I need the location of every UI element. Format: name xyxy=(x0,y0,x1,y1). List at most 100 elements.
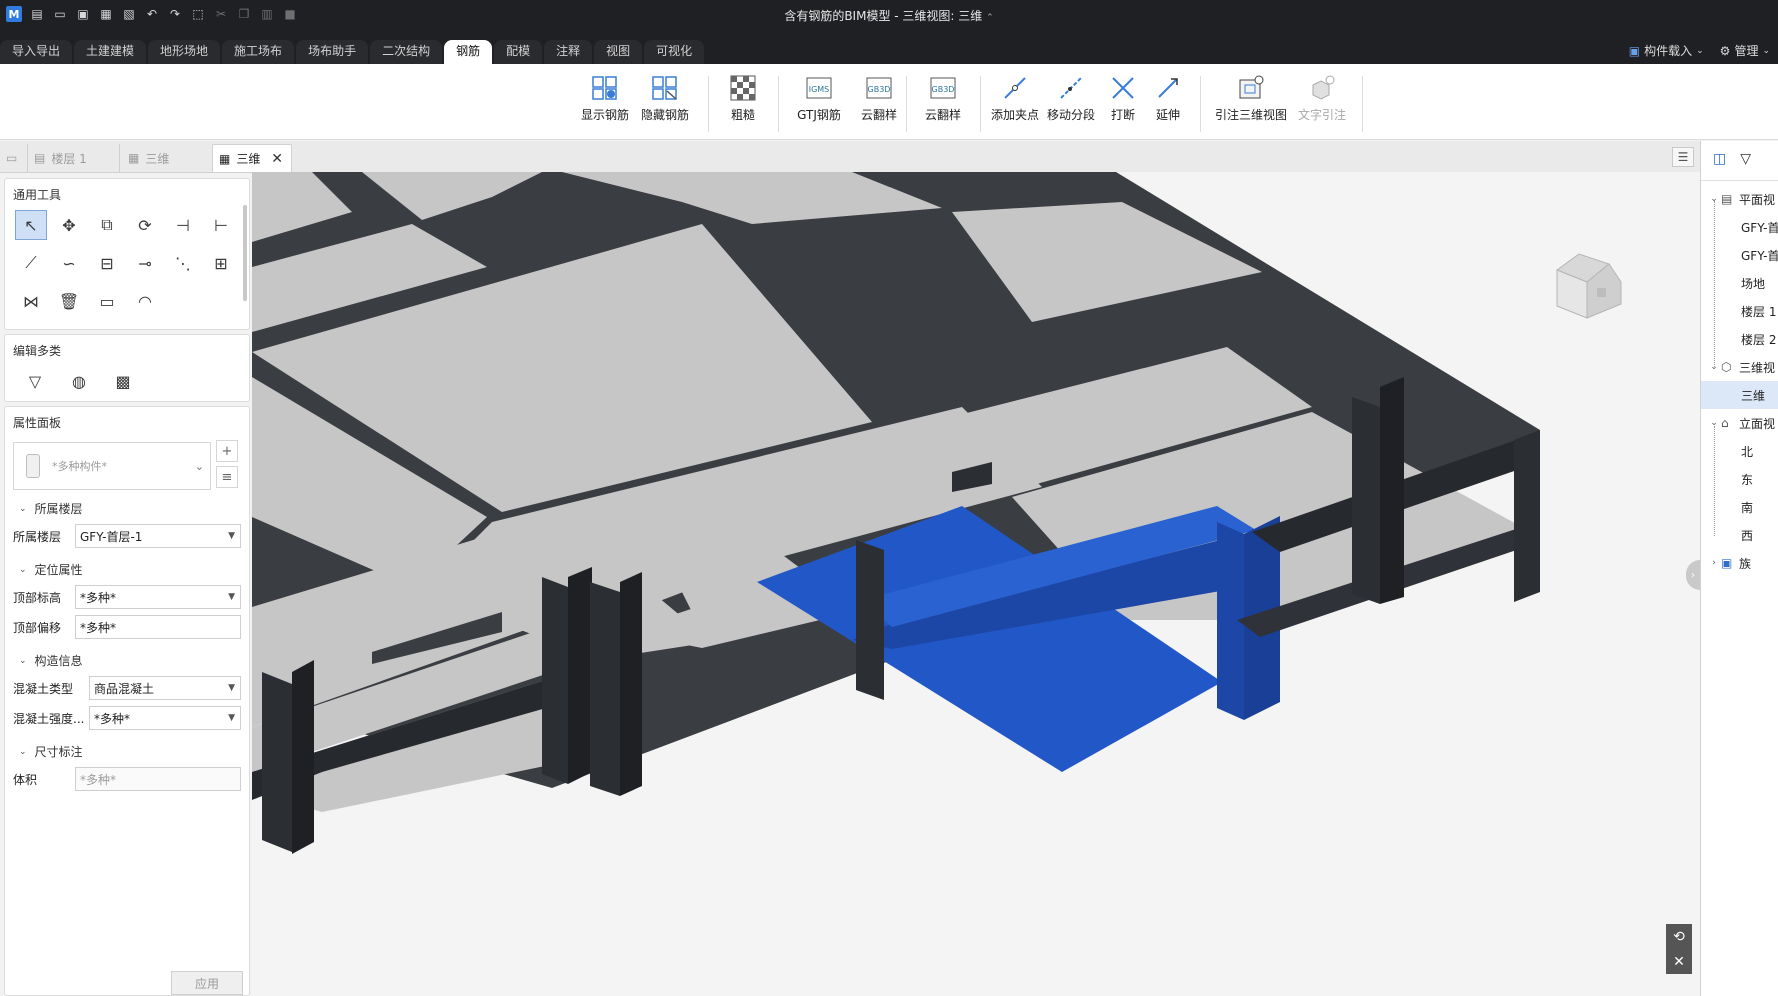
section-dimension[interactable]: ⌄ 尺寸标注 xyxy=(5,733,249,764)
view-tab-3d[interactable]: ▦ 三维 xyxy=(122,144,214,172)
delete-tool-icon[interactable]: 🗑 xyxy=(53,286,85,316)
array-grid-tool-icon[interactable]: ⊞ xyxy=(205,248,237,278)
section-floor[interactable]: ⌄ 所属楼层 xyxy=(5,490,249,521)
app-logo-icon[interactable]: M xyxy=(6,6,22,22)
measure-tool-icon[interactable]: ▭ xyxy=(91,286,123,316)
filter-icon[interactable]: ▽ xyxy=(1740,151,1751,170)
tree-item[interactable]: 楼层 1 xyxy=(1701,297,1778,325)
ribbon-tab[interactable]: 场布助手 xyxy=(296,40,369,64)
close-icon[interactable]: ✕ xyxy=(1673,954,1685,970)
tree-group-plan[interactable]: ⌄ ▤ 平面视 xyxy=(1701,185,1778,213)
section-position[interactable]: ⌄ 定位属性 xyxy=(5,551,249,582)
load-components-button[interactable]: ▣ 构件载入 ⌄ xyxy=(1629,42,1704,59)
tree-item[interactable]: GFY-首层 xyxy=(1701,213,1778,241)
cloud-detail-2-button[interactable]: GB3D 云翻样 xyxy=(916,74,970,123)
tree-item[interactable]: 南 xyxy=(1701,493,1778,521)
select-tool-icon[interactable]: ↖ xyxy=(15,210,47,240)
view-tab-floor-1[interactable]: ▤ 楼层 1 xyxy=(28,144,120,172)
concrete-strength-select[interactable]: *多种* ▼ xyxy=(89,706,241,730)
show-rebar-button[interactable]: 显示钢筋 xyxy=(578,74,632,123)
align-tool-icon[interactable]: ⊣ xyxy=(167,210,199,240)
add-grip-icon xyxy=(1000,74,1030,102)
ribbon-tab[interactable]: 配模 xyxy=(494,40,543,64)
ribbon-tab[interactable]: 土建建模 xyxy=(74,40,147,64)
tree-item[interactable]: 西 xyxy=(1701,521,1778,549)
tree-group-family[interactable]: › ▣ 族 xyxy=(1701,549,1778,577)
copy-tool-icon[interactable]: ⧉ xyxy=(91,210,123,240)
tree-item[interactable]: GFY-首层 xyxy=(1701,241,1778,269)
tools-scrollbar[interactable] xyxy=(243,205,247,301)
array-line-tool-icon[interactable]: ⋱ xyxy=(167,248,199,278)
tree-item[interactable]: 楼层 2 xyxy=(1701,325,1778,353)
edit-type-icon[interactable]: ≡ xyxy=(216,466,238,488)
tree-item[interactable]: 场地 xyxy=(1701,269,1778,297)
close-icon[interactable]: ✕ xyxy=(271,151,283,167)
rough-button[interactable]: 粗糙 xyxy=(716,74,770,123)
ribbon-tab[interactable]: 钢筋 xyxy=(444,40,493,64)
tree-item-selected[interactable]: 三维 xyxy=(1701,381,1778,409)
ribbon-tab[interactable]: 二次结构 xyxy=(370,40,443,64)
3d-viewport[interactable]: ⟲ ✕ › xyxy=(252,172,1700,996)
section-construction[interactable]: ⌄ 构造信息 xyxy=(5,642,249,673)
view-tab-3d-active[interactable]: ▦ 三维 ✕ xyxy=(212,144,292,172)
top-offset-input[interactable]: *多种* xyxy=(75,615,241,639)
apply-button[interactable]: 应用 xyxy=(171,971,243,995)
redo-icon[interactable]: ↷ xyxy=(167,6,183,22)
ribbon-tab[interactable]: 注释 xyxy=(544,40,593,64)
mirror-tool-icon[interactable]: ⋈ xyxy=(15,286,47,316)
move-tool-icon[interactable]: ✥ xyxy=(53,210,85,240)
save-icon[interactable]: ▣ xyxy=(75,6,91,22)
3d-model-canvas[interactable] xyxy=(252,172,1700,996)
cut-line-tool-icon[interactable]: ⊸ xyxy=(129,248,161,278)
add-grip-button[interactable]: 添加夹点 xyxy=(988,74,1042,123)
filter-icon[interactable]: ▽ xyxy=(19,366,51,396)
cloud-detail-button[interactable]: GB3D 云翻样 xyxy=(852,74,906,123)
cut-icon[interactable]: ✂ xyxy=(213,6,229,22)
close-file-icon[interactable]: ▧ xyxy=(121,6,137,22)
split-tool-icon[interactable]: ⊢ xyxy=(205,210,237,240)
properties-title: 属性面板 xyxy=(13,416,62,430)
ribbon-tab[interactable]: 视图 xyxy=(594,40,643,64)
ribbon-tab[interactable]: 施工场布 xyxy=(222,40,295,64)
move-segment-button[interactable]: 移动分段 xyxy=(1044,74,1098,123)
angle-measure-tool-icon[interactable]: ◠ xyxy=(129,286,161,316)
ribbon-tab[interactable]: 导入导出 xyxy=(0,40,73,64)
floor-select[interactable]: GFY-首层-1 ▼ xyxy=(75,524,241,548)
tree-item[interactable]: 北 xyxy=(1701,437,1778,465)
break-button[interactable]: 打断 xyxy=(1100,74,1146,123)
reset-view-icon[interactable]: ⟲ xyxy=(1673,929,1685,945)
top-elevation-select[interactable]: *多种* ▼ xyxy=(75,585,241,609)
palette-icon[interactable]: ◍ xyxy=(63,366,95,396)
new-file-icon[interactable]: ▤ xyxy=(29,6,45,22)
stretch-tool-icon[interactable]: ⊟ xyxy=(91,248,123,278)
rotate-tool-icon[interactable]: ⟳ xyxy=(129,210,161,240)
copy-icon[interactable]: ❐ xyxy=(236,6,252,22)
material-icon[interactable]: ▩ xyxy=(107,366,139,396)
gtj-rebar-button[interactable]: IGMS GTJ钢筋 xyxy=(792,74,846,123)
save-as-icon[interactable]: ▦ xyxy=(98,6,114,22)
undo-icon[interactable]: ↶ xyxy=(144,6,160,22)
tree-group-3d[interactable]: ⌄ ⬡ 三维视 xyxy=(1701,353,1778,381)
tree-group-elevation[interactable]: ⌄ ⌂ 立面视 xyxy=(1701,409,1778,437)
offset-tool-icon[interactable]: ⟋ xyxy=(15,248,47,278)
add-type-icon[interactable]: + xyxy=(216,440,238,462)
tree-item[interactable]: 东 xyxy=(1701,465,1778,493)
paste-icon[interactable]: ▥ xyxy=(259,6,275,22)
extend-button[interactable]: 延伸 xyxy=(1148,74,1188,123)
format-icon[interactable]: ■ xyxy=(282,6,298,22)
view-list-menu-icon[interactable]: ☰ xyxy=(1672,147,1694,167)
browser-panel-icon[interactable]: ◫ xyxy=(1713,151,1726,170)
ribbon-tab[interactable]: 地形场地 xyxy=(148,40,221,64)
hide-rebar-button[interactable]: 隐藏钢筋 xyxy=(638,74,692,123)
open-icon[interactable]: ▭ xyxy=(52,6,68,22)
trim-tool-icon[interactable]: ∽ xyxy=(53,248,85,278)
text-annotation-button[interactable]: 文字引注 xyxy=(1292,74,1352,123)
type-selector[interactable]: *多种构件* ⌄ xyxy=(13,442,211,490)
title-dropdown-icon[interactable]: ⌃ xyxy=(986,13,994,23)
select-icon[interactable]: ⬚ xyxy=(190,6,206,22)
ribbon-tab[interactable]: 可视化 xyxy=(644,40,705,64)
concrete-type-select[interactable]: 商品混凝土 ▼ xyxy=(89,676,241,700)
view-tab-menu-icon[interactable]: ▭ xyxy=(0,144,28,172)
manage-button[interactable]: ⚙ 管理 ⌄ xyxy=(1720,42,1770,59)
annotate-3d-button[interactable]: 引注三维视图 xyxy=(1214,74,1288,123)
